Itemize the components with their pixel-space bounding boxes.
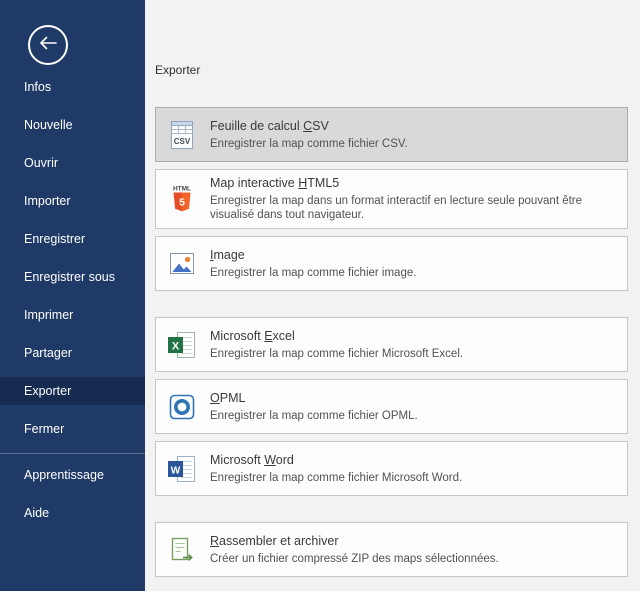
export-item-title: Microsoft Word xyxy=(210,453,617,468)
page-title: Exporter xyxy=(155,63,628,77)
export-item-title: Map interactive HTML5 xyxy=(210,176,617,191)
sidebar-item-importer[interactable]: Importer xyxy=(0,187,145,215)
image-icon xyxy=(166,248,198,280)
svg-text:X: X xyxy=(172,340,180,352)
export-item-image[interactable]: Image Enregistrer la map comme fichier im… xyxy=(155,236,628,291)
title-post: TML5 xyxy=(307,176,339,190)
title-mnemonic: E xyxy=(264,329,272,343)
title-post: assembler et archiver xyxy=(219,534,339,548)
svg-text:HTML: HTML xyxy=(173,186,191,193)
export-item-text: Feuille de calcul CSV Enregistrer la map … xyxy=(210,119,617,151)
title-post: SV xyxy=(312,119,329,133)
sidebar-item-apprentissage[interactable]: Apprentissage xyxy=(0,461,145,489)
sidebar-item-fermer[interactable]: Fermer xyxy=(0,415,145,443)
export-item-description: Enregistrer la map dans un format intera… xyxy=(210,194,617,222)
export-item-description: Enregistrer la map comme fichier Microso… xyxy=(210,347,617,361)
archive-icon xyxy=(166,534,198,566)
title-mnemonic: R xyxy=(210,534,219,548)
export-item-description: Enregistrer la map comme fichier image. xyxy=(210,266,617,280)
title-pre: Map interactive xyxy=(210,176,298,190)
title-pre: Microsoft xyxy=(210,453,264,467)
opml-icon xyxy=(166,391,198,423)
title-mnemonic: C xyxy=(303,119,312,133)
sidebar-item-infos[interactable]: Infos xyxy=(0,73,145,101)
export-item-text: Microsoft Word Enregistrer la map comme f… xyxy=(210,453,617,485)
sidebar-item-enregistrer-sous[interactable]: Enregistrer sous xyxy=(0,263,145,291)
export-group-3: Rassembler et archiver Créer un fichier c… xyxy=(155,522,628,577)
export-item-text: Map interactive HTML5 Enregistrer la map … xyxy=(210,176,617,222)
export-item-text: Image Enregistrer la map comme fichier im… xyxy=(210,248,617,280)
svg-text:CSV: CSV xyxy=(174,137,191,146)
export-item-title: Rassembler et archiver xyxy=(210,534,617,549)
export-item-rassembler-et-archiver[interactable]: Rassembler et archiver Créer un fichier c… xyxy=(155,522,628,577)
title-post: ord xyxy=(276,453,294,467)
title-post: mage xyxy=(213,248,244,262)
export-item-microsoft-word[interactable]: WMicrosoft WordEnregistrer la map comme … xyxy=(155,441,628,496)
export-group-1: CSVFeuille de calcul CSVEnregistrer la m… xyxy=(155,107,628,291)
sidebar: Infos Nouvelle Ouvrir Importer Enregistrer En… xyxy=(0,0,145,591)
svg-text:W: W xyxy=(171,465,181,476)
export-pane: Exporter CSVFeuille de calcul CSVEnregis… xyxy=(145,0,640,591)
backstage-view: Infos Nouvelle Ouvrir Importer Enregistrer En… xyxy=(0,0,640,591)
export-item-description: Enregistrer la map comme fichier CSV. xyxy=(210,137,617,151)
sidebar-item-ouvrir[interactable]: Ouvrir xyxy=(0,149,145,177)
export-item-text: Rassembler et archiver Créer un fichier c… xyxy=(210,534,617,566)
export-item-title: OPML xyxy=(210,391,617,406)
title-mnemonic: W xyxy=(264,453,276,467)
sidebar-item-exporter[interactable]: Exporter xyxy=(0,377,145,405)
sidebar-item-partager[interactable]: Partager xyxy=(0,339,145,367)
export-item-microsoft-excel[interactable]: X Microsoft Excel Enregistrer la map comme… xyxy=(155,317,628,372)
export-item-text: OPML Enregistrer la map comme fichier OPM… xyxy=(210,391,617,423)
export-group-2: X Microsoft Excel Enregistrer la map comme… xyxy=(155,317,628,496)
back-button[interactable] xyxy=(28,25,68,65)
title-post: PML xyxy=(220,391,246,405)
export-item-text: Microsoft Excel Enregistrer la map comme … xyxy=(210,329,617,361)
sidebar-nav: Infos Nouvelle Ouvrir Importer Enregistrer En… xyxy=(0,73,145,527)
excel-icon: X xyxy=(166,329,198,361)
export-item-title: Feuille de calcul CSV xyxy=(210,119,617,134)
sidebar-item-nouvelle[interactable]: Nouvelle xyxy=(0,111,145,139)
export-list: CSVFeuille de calcul CSVEnregistrer la m… xyxy=(155,107,628,577)
export-item-description: Enregistrer la map comme fichier OPML. xyxy=(210,409,617,423)
export-item-description: Enregistrer la map comme fichier Microso… xyxy=(210,471,617,485)
svg-text:5: 5 xyxy=(179,197,185,209)
export-item-map-interactive-html5[interactable]: HTML5Map interactive HTML5Enregistrer la… xyxy=(155,169,628,229)
title-post: xcel xyxy=(273,329,295,343)
title-pre: Feuille de calcul xyxy=(210,119,303,133)
export-item-opml[interactable]: OPML Enregistrer la map comme fichier OPM… xyxy=(155,379,628,434)
csv-file-icon: CSV xyxy=(166,119,198,151)
sidebar-item-enregistrer[interactable]: Enregistrer xyxy=(0,225,145,253)
title-pre: Microsoft xyxy=(210,329,264,343)
sidebar-item-aide[interactable]: Aide xyxy=(0,499,145,527)
sidebar-separator xyxy=(0,453,145,454)
html5-icon: HTML 5 xyxy=(166,183,198,215)
title-mnemonic: H xyxy=(298,176,307,190)
word-icon: W xyxy=(166,453,198,485)
sidebar-item-imprimer[interactable]: Imprimer xyxy=(0,301,145,329)
export-item-description: Créer un fichier compressé ZIP des maps … xyxy=(210,552,617,566)
export-item-title: Image xyxy=(210,248,617,263)
title-mnemonic: O xyxy=(210,391,220,405)
export-item-title: Microsoft Excel xyxy=(210,329,617,344)
export-item-feuille-de-calcul-csv[interactable]: CSVFeuille de calcul CSVEnregistrer la m… xyxy=(155,107,628,162)
back-arrow-icon xyxy=(38,36,58,55)
